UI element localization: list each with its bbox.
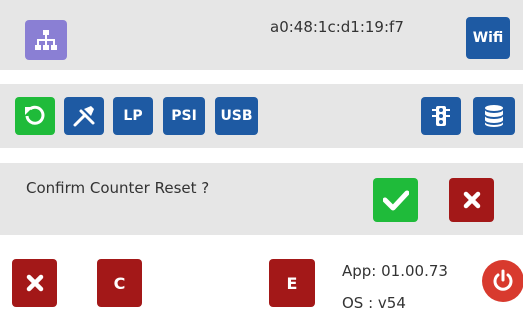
confirm-cancel-button[interactable] <box>449 178 494 222</box>
usb-button[interactable]: USB <box>215 97 258 135</box>
header-bar: a0:48:1c:d1:19:f7 Wifi <box>0 0 523 70</box>
refresh-icon <box>23 104 47 128</box>
confirm-ok-button[interactable] <box>373 178 418 222</box>
tools-icon <box>71 103 97 129</box>
network-button[interactable] <box>25 20 67 60</box>
database-icon <box>483 104 505 128</box>
app-version: App: 01.00.73 <box>342 262 448 280</box>
e-button[interactable]: E <box>269 259 315 307</box>
c-button[interactable]: C <box>97 259 142 307</box>
confirm-bar: Confirm Counter Reset ? <box>0 163 523 235</box>
psi-button[interactable]: PSI <box>163 97 205 135</box>
exit-button[interactable] <box>12 259 57 307</box>
mac-address: a0:48:1c:d1:19:f7 <box>270 18 404 36</box>
wifi-button[interactable]: Wifi <box>466 17 510 59</box>
close-icon <box>463 191 481 209</box>
os-version: OS : v54 <box>342 294 406 312</box>
power-icon <box>491 269 515 293</box>
lp-button[interactable]: LP <box>113 97 153 135</box>
close-icon <box>26 274 44 292</box>
confirm-message: Confirm Counter Reset ? <box>26 179 210 197</box>
database-button[interactable] <box>473 97 515 135</box>
traffic-light-icon <box>431 105 451 127</box>
refresh-button[interactable] <box>15 97 55 135</box>
tools-button[interactable] <box>64 97 104 135</box>
toolbar: LP PSI USB <box>0 84 523 148</box>
check-icon <box>382 189 409 211</box>
network-tree-icon <box>34 28 58 52</box>
power-button[interactable] <box>482 260 523 302</box>
traffic-light-button[interactable] <box>421 97 461 135</box>
